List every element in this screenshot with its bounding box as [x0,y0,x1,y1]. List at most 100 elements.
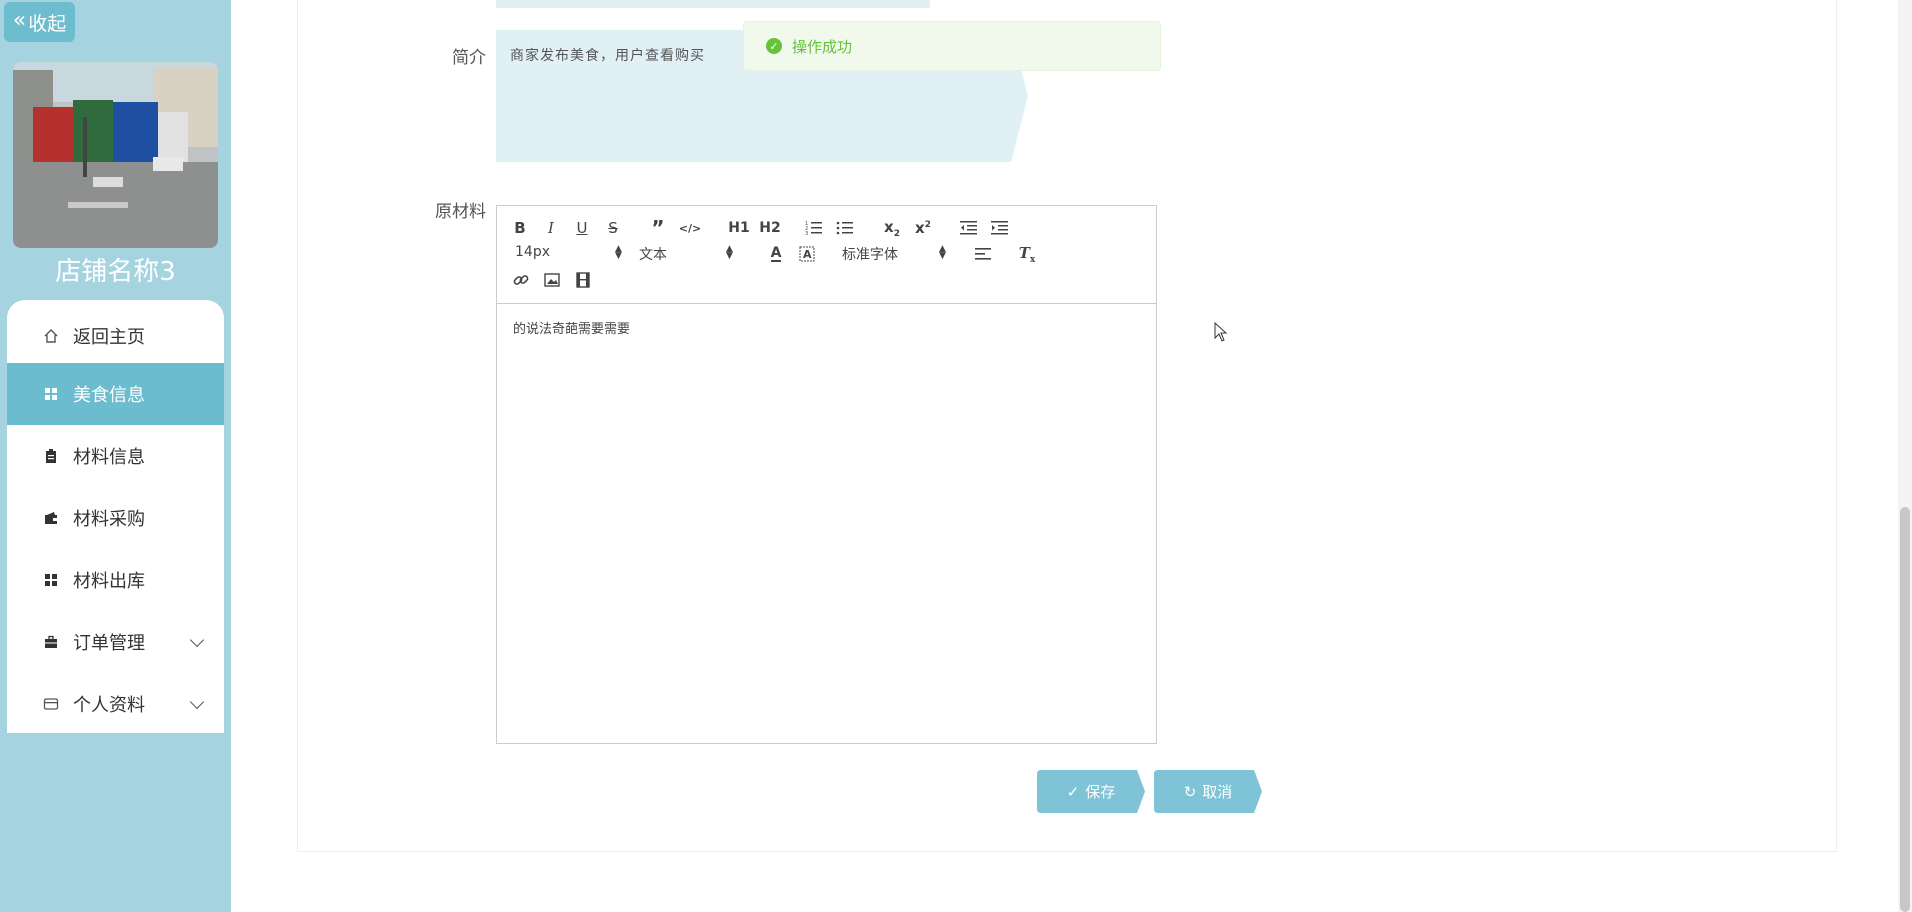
home-icon [43,328,59,344]
strikethrough-button[interactable]: S [604,218,622,238]
align-left-icon [975,248,991,260]
vertical-scrollbar[interactable] [1898,0,1912,912]
cancel-button[interactable]: ↻ 取消 [1154,770,1262,813]
previous-field-strip [496,0,930,8]
chevron-down-icon [189,632,205,648]
clear-format-button[interactable]: Tx [1017,243,1037,265]
toast-message: 操作成功 [792,37,853,56]
updown-arrows-icon: ▲ ▼ [939,244,946,261]
sidebar-item-label: 材料出库 [73,571,145,592]
image-icon [544,273,560,287]
grid-icon [43,386,59,402]
background-color-icon: A [799,246,815,262]
bullet-list-icon [836,221,853,235]
double-chevron-left-icon: « [12,7,27,33]
strikethrough-icon: S [608,219,618,237]
scrollbar-thumb[interactable] [1900,507,1910,912]
font-size-select[interactable]: 14px ▲ ▼ [515,244,622,264]
outdent-button[interactable] [959,218,979,238]
blockquote-button[interactable]: ” [649,216,667,240]
link-icon [513,275,529,285]
mouse-cursor-icon [1214,321,1228,346]
materials-label: 原材料 [435,202,486,222]
heading-2-button[interactable]: H2 [759,218,781,238]
bold-button[interactable]: B [511,218,529,238]
svg-text:3: 3 [805,231,808,236]
superscript-button[interactable]: x2 [912,218,934,238]
updown-arrows-icon: ▲ ▼ [615,244,622,261]
heading-2-icon: H2 [759,220,781,236]
code-block-button[interactable]: </> [678,218,702,238]
font-family-select[interactable]: 标准字体 ▲ ▼ [842,244,946,264]
sidebar-item-label: 个人资料 [73,695,145,716]
indent-icon [991,221,1008,235]
sidebar-item-material-purchase[interactable]: 材料采购 [7,487,224,549]
sidebar-item-material-outbound[interactable]: 材料出库 [7,549,224,611]
ordered-list-button[interactable]: 123 [804,218,824,238]
quote-icon: ” [651,216,665,240]
font-family-value: 标准字体 [842,247,898,263]
editor-content[interactable]: 的说法奇葩需要需要 [513,318,630,337]
font-size-value: 14px [515,244,550,260]
collapse-label: 收起 [28,12,67,35]
bullet-list-button[interactable] [835,218,855,238]
indent-button[interactable] [990,218,1010,238]
chevron-down-icon [189,694,205,710]
save-button[interactable]: ✓ 保存 [1037,770,1145,813]
insert-image-button[interactable] [542,270,562,290]
rich-text-editor: B I U S ” </> H1 H2 1 2 3 x2 x2 14px ▲ ▼… [496,205,1157,744]
sidebar-item-order-management[interactable]: 订单管理 [7,611,224,673]
success-toast: ✓ 操作成功 [743,21,1161,71]
intro-value: 商家发布美食，用户查看购买 [510,48,705,64]
align-button[interactable] [974,244,994,264]
main-content: 简介 商家发布美食，用户查看购买 原材料 B I U S ” </> H1 H2… [231,0,1912,912]
font-color-button[interactable]: A [767,244,785,264]
store-photo [13,62,218,248]
sidebar-item-label: 返回主页 [73,327,145,348]
subscript-button[interactable]: x2 [881,217,903,239]
collapse-button[interactable]: « 收起 [4,2,75,42]
superscript-icon: x2 [915,219,931,237]
code-icon: </> [678,221,702,235]
intro-label: 简介 [452,48,486,68]
insert-link-button[interactable] [511,270,531,290]
block-type-select[interactable]: 文本 ▲ ▼ [639,244,733,264]
clear-format-icon: Tx [1018,243,1036,265]
underline-button[interactable]: U [573,218,591,238]
save-label: 保存 [1085,783,1116,801]
app-root: « 收起 店铺名称3 返回主页 美食信息 材料信息 材料采购 材料出库 订单管理… [0,0,1912,912]
sidebar-item-label: 订单管理 [73,633,145,654]
sidebar: « 收起 店铺名称3 返回主页 美食信息 材料信息 材料采购 材料出库 订单管理… [0,0,231,912]
bold-icon: B [514,219,526,237]
storefront-image [13,62,218,248]
ordered-list-icon: 123 [805,221,822,236]
italic-icon: I [548,219,554,237]
italic-button[interactable]: I [542,218,560,238]
subscript-icon: x2 [884,217,900,239]
sidebar-item-material-info[interactable]: 材料信息 [7,425,224,487]
check-circle-icon: ✓ [766,38,782,54]
svg-text:A: A [803,248,812,261]
background-color-button[interactable]: A [798,244,816,264]
sidebar-item-label: 美食信息 [73,385,145,406]
block-type-value: 文本 [639,247,667,263]
outdent-icon [960,221,977,235]
underline-icon: U [576,219,588,237]
grid-icon [43,572,59,588]
sidebar-item-profile[interactable]: 个人资料 [7,673,224,735]
briefcase-icon [43,634,59,650]
font-color-icon: A [770,245,782,262]
refresh-icon: ↻ [1183,782,1197,801]
check-icon: ✓ [1066,782,1080,801]
sidebar-item-home[interactable]: 返回主页 [7,305,224,367]
clipboard-icon [43,448,59,464]
wallet-icon [43,510,59,526]
insert-video-button[interactable] [573,270,593,290]
card-icon [43,696,59,712]
updown-arrows-icon: ▲ ▼ [726,244,733,261]
video-icon [576,272,590,288]
sidebar-item-food-info[interactable]: 美食信息 [7,363,224,425]
heading-1-button[interactable]: H1 [728,218,750,238]
store-name: 店铺名称3 [55,257,176,287]
sidebar-menu: 返回主页 美食信息 材料信息 材料采购 材料出库 订单管理 个人资料 [7,300,224,733]
